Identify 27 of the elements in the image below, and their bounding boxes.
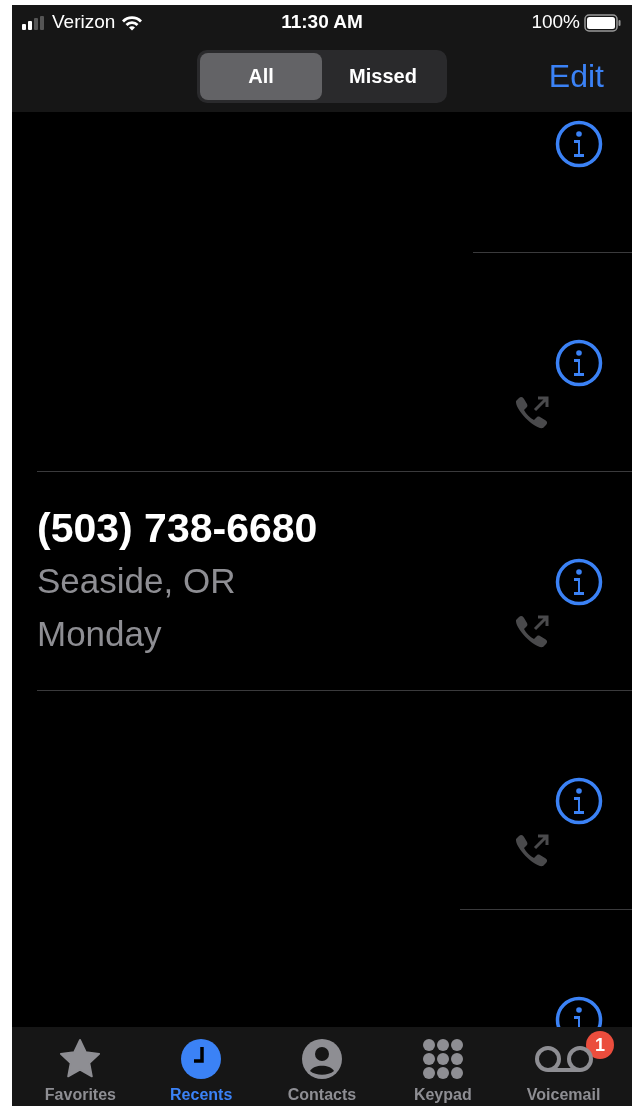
call-date: Monday <box>37 613 163 655</box>
phone-number: (503) 738-6680 <box>37 504 319 553</box>
person-icon <box>301 1038 343 1080</box>
battery-percentage: 100% <box>531 10 580 35</box>
star-icon <box>58 1038 103 1080</box>
tab-bar-item[interactable]: Contacts <box>261 1031 383 1106</box>
signal-icon <box>22 15 46 30</box>
segment-tab[interactable]: Missed <box>322 52 444 100</box>
voicemail-icon <box>533 1044 594 1074</box>
info-icon[interactable] <box>555 339 603 387</box>
clock-icon <box>180 1038 223 1080</box>
keypad-icon <box>421 1038 464 1080</box>
notification-badge: 1 <box>586 1031 614 1059</box>
segment-tab[interactable]: All <box>200 52 322 100</box>
info-icon[interactable] <box>555 558 603 606</box>
info-icon[interactable] <box>555 120 603 168</box>
battery-icon <box>584 13 622 32</box>
info-icon[interactable] <box>555 777 603 825</box>
tab-bar-item[interactable]: Keypad <box>382 1031 504 1106</box>
clock-time: 11:30 AM <box>280 10 364 35</box>
tab-bar-item[interactable]: Recents <box>140 1031 262 1106</box>
wifi-icon <box>121 14 144 31</box>
carrier-name: Verizon <box>52 10 116 35</box>
caller-location: Seaside, OR <box>37 560 237 602</box>
edit-button[interactable]: Edit <box>548 52 604 100</box>
tab-bar-item[interactable]: 1 Voicemail <box>503 1031 624 1106</box>
tab-bar-item[interactable]: Favorites <box>20 1031 141 1106</box>
